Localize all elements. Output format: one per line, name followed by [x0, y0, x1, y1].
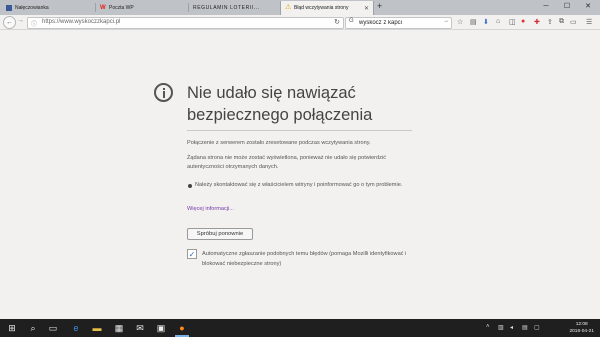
home-icon[interactable]: ⌂	[496, 18, 500, 25]
tab-label: Błąd wczytywania strony	[294, 5, 349, 11]
error-page: Nie udało się nawiązać bezpiecznego połą…	[0, 30, 600, 319]
tab-strip: Nałęczowianka W Poczta WP REGULAMIN LOTE…	[0, 0, 600, 15]
clock-date: 2016-04-21	[569, 329, 594, 334]
new-tab-button[interactable]: +	[377, 1, 382, 11]
warning-icon: ⚠	[285, 4, 292, 11]
url-bar[interactable]: ⓘ https://www.wyskoczzkapci.pl ↻	[27, 17, 344, 29]
tray-chevron-icon[interactable]: ˄	[486, 324, 490, 330]
volume-icon[interactable]: ◂	[510, 324, 513, 331]
info-icon[interactable]: ⓘ	[31, 19, 37, 28]
addon-icon[interactable]: ✚	[534, 18, 540, 26]
clock-time: 12:08	[575, 322, 588, 327]
auto-report-checkbox[interactable]: ✓	[187, 249, 197, 259]
url-text[interactable]: https://www.wyskoczzkapci.pl	[42, 19, 120, 25]
forward-button[interactable]: →	[17, 17, 24, 24]
language-icon[interactable]: ▤	[522, 324, 528, 331]
reading-list-icon[interactable]: ▤	[470, 18, 477, 26]
back-button[interactable]: ←	[3, 16, 16, 29]
facebook-icon	[6, 5, 12, 11]
divider	[187, 130, 412, 131]
edge-icon[interactable]: e	[70, 322, 82, 334]
retry-button[interactable]: Spróbuj ponownie	[187, 228, 253, 240]
close-icon[interactable]: ✕	[578, 0, 598, 13]
tab-label: Poczta WP	[109, 5, 134, 11]
share-icon[interactable]: ⇪	[547, 18, 553, 26]
windows-taskbar: ⊞ ⌕ ▭ e ▬ ▦ ✉ ▣ ● ˄ ▥ ◂ ▤ ▢ 12:08 2016-0…	[0, 319, 600, 337]
clock[interactable]: 12:08 2016-04-21	[569, 321, 594, 335]
mail-icon[interactable]: ✉	[134, 322, 146, 334]
error-title: Nie udało się nawiązać bezpiecznego połą…	[187, 84, 373, 124]
tab-naleczowianka[interactable]: Nałęczowianka	[2, 1, 82, 15]
menu-icon[interactable]: ☰	[586, 18, 592, 26]
photos-icon[interactable]: ▣	[155, 322, 167, 334]
wp-icon: W	[100, 5, 106, 11]
search-go-icon[interactable]: →	[443, 18, 449, 24]
error-bullet-1: Należy skontaktować się z właścicielem w…	[195, 182, 403, 188]
close-tab-icon[interactable]: ✕	[364, 5, 369, 12]
extension-icon[interactable]: ⧉	[559, 18, 564, 26]
more-info-link[interactable]: Więcej informacji...	[187, 206, 234, 212]
search-engine-icon[interactable]: G	[349, 18, 354, 24]
search-icon[interactable]: ⌕	[27, 322, 39, 334]
auto-report-label: Automatyczne zgłaszanie podobnych temu b…	[202, 251, 407, 267]
tab-label: REGULAMIN LOTERII...	[193, 5, 260, 11]
bullet-dot	[188, 184, 192, 188]
network-icon[interactable]: ▥	[498, 324, 504, 331]
firefox-icon[interactable]: ●	[176, 322, 188, 334]
notifications-icon[interactable]: ▢	[534, 324, 540, 331]
minimize-icon[interactable]: ─	[536, 0, 556, 13]
maximize-icon[interactable]: ☐	[557, 0, 577, 13]
pocket-icon[interactable]: ◫	[509, 18, 516, 26]
tab-regulamin[interactable]: REGULAMIN LOTERII...	[189, 1, 279, 15]
calculator-icon[interactable]: ▦	[113, 322, 125, 334]
reload-icon[interactable]: ↻	[334, 18, 340, 26]
download-icon[interactable]: ⬇	[483, 18, 489, 26]
error-paragraph-1: Połączenie z serwerem zostało zresetowan…	[187, 140, 371, 146]
search-bar[interactable]: G →	[345, 17, 452, 29]
adblock-icon[interactable]: ●	[521, 18, 525, 25]
tab-label: Nałęczowianka	[15, 5, 49, 11]
tab-poczta-wp[interactable]: W Poczta WP	[96, 1, 186, 15]
task-view-icon[interactable]: ▭	[47, 322, 59, 334]
bookmark-star-icon[interactable]: ☆	[457, 18, 463, 26]
sidebar-icon[interactable]: ▭	[570, 18, 577, 26]
windows-start-icon[interactable]: ⊞	[6, 322, 18, 334]
tab-active-error[interactable]: ⚠ Błąd wczytywania strony ✕	[280, 1, 374, 15]
search-input[interactable]	[359, 18, 439, 27]
navigation-bar: ← → ⓘ https://www.wyskoczzkapci.pl ↻ G →…	[0, 15, 600, 30]
error-paragraph-2: Żądana strona nie może zostać wyświetlon…	[187, 155, 386, 170]
file-explorer-icon[interactable]: ▬	[91, 322, 103, 334]
info-circle-icon	[154, 83, 173, 102]
